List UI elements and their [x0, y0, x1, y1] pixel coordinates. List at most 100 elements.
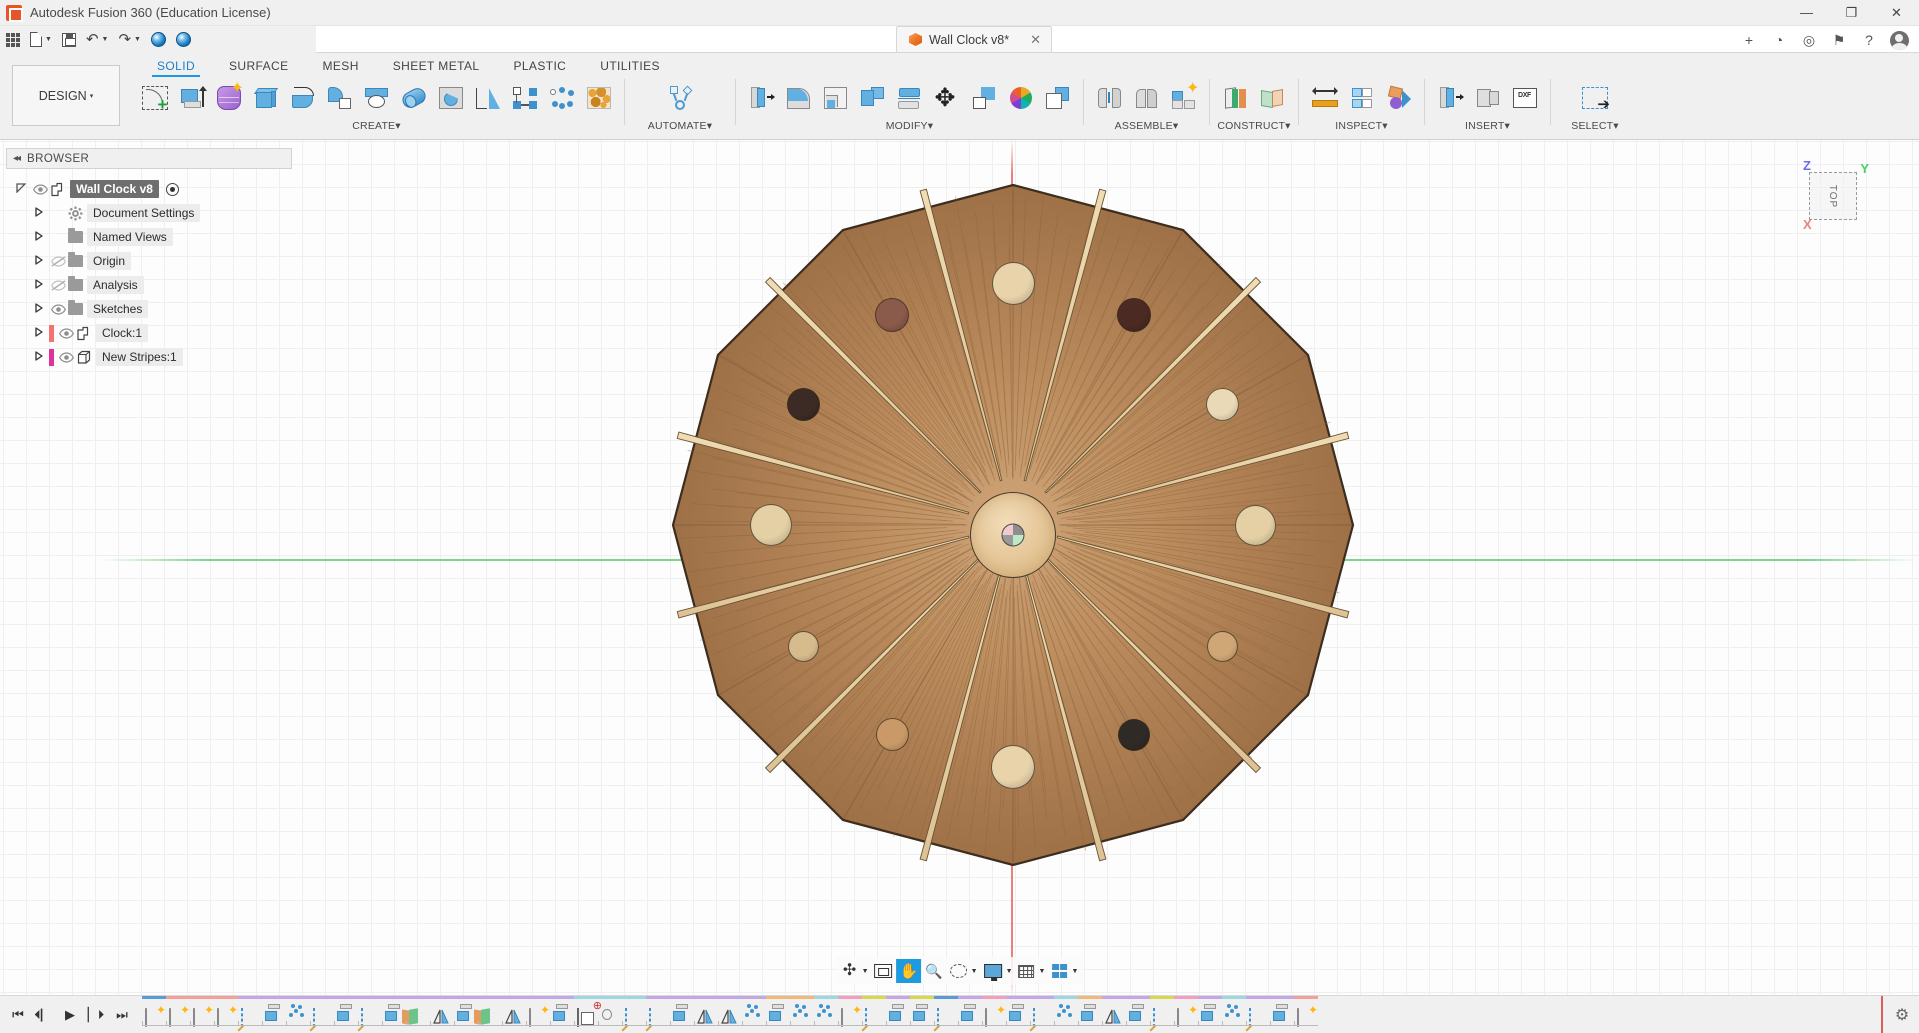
chevron-down-icon[interactable]: ▼ [862, 968, 871, 975]
timeline-feature[interactable] [1246, 996, 1270, 1033]
hour-marker[interactable] [992, 262, 1035, 305]
redo-button[interactable]: ↷ ▼ [114, 28, 145, 52]
timeline-feature[interactable]: ✦ [526, 996, 550, 1033]
eye-hidden-icon[interactable] [48, 280, 68, 291]
timeline-feature[interactable] [286, 996, 310, 1033]
pan-button[interactable]: ✋ [897, 959, 922, 983]
timeline-feature[interactable] [550, 996, 574, 1033]
twisty-closed-icon[interactable] [30, 255, 48, 267]
view-cube-top-face[interactable]: TOP [1809, 172, 1857, 220]
maximize-button[interactable]: ❐ [1829, 0, 1874, 26]
look-at-button[interactable] [872, 959, 896, 983]
timeline-feature[interactable] [1006, 996, 1030, 1033]
box-button[interactable] [247, 77, 284, 119]
chevron-down-icon[interactable]: ▼ [1039, 968, 1048, 975]
browser-header[interactable]: ◂◂ BROWSER [6, 148, 292, 169]
physical-material-button[interactable] [1039, 77, 1076, 119]
hour-marker[interactable] [1207, 631, 1238, 662]
extensions-icon[interactable]: ◎ [1797, 29, 1821, 51]
undo-button[interactable]: ↶ ▼ [82, 28, 113, 52]
minimize-button[interactable]: — [1784, 0, 1829, 26]
save-button[interactable] [58, 28, 80, 52]
timeline-feature[interactable]: ✦ [1174, 996, 1198, 1033]
hour-marker[interactable] [787, 388, 820, 421]
timeline-feature[interactable] [1222, 996, 1246, 1033]
timeline-feature[interactable] [1078, 996, 1102, 1033]
document-tab[interactable]: Wall Clock v8* ✕ [896, 26, 1052, 52]
timeline-feature[interactable]: ✦ [982, 996, 1006, 1033]
timeline-feature[interactable]: ✦ [166, 996, 190, 1033]
create-mesh-button[interactable] [580, 77, 617, 119]
timeline-go-start-button[interactable]: ⏮ [6, 1002, 30, 1028]
revert-button[interactable] [147, 28, 170, 52]
timeline-feature[interactable] [910, 996, 934, 1033]
orbit-button[interactable]: ✣ [839, 959, 861, 983]
timeline-step-forward-button[interactable]: ▏⏵ [84, 1002, 108, 1028]
create-sketch-button[interactable]: + [136, 77, 173, 119]
timeline-feature[interactable] [1150, 996, 1174, 1033]
timeline-feature[interactable] [694, 996, 718, 1033]
account-avatar[interactable] [1887, 29, 1911, 51]
timeline-feature[interactable] [334, 996, 358, 1033]
refresh-button[interactable] [172, 28, 195, 52]
chevron-down-icon[interactable]: ▼ [1071, 968, 1080, 975]
browser-item-origin[interactable]: Origin [6, 249, 296, 273]
timeline-feature[interactable] [766, 996, 790, 1033]
twisty-closed-icon[interactable] [30, 207, 48, 219]
wall-clock-model[interactable] [633, 175, 1393, 895]
timeline-feature[interactable] [358, 996, 382, 1033]
timeline-feature[interactable]: ✦ [1294, 996, 1318, 1033]
shell-button[interactable] [817, 77, 854, 119]
twisty-closed-icon[interactable] [30, 327, 48, 339]
timeline-feature[interactable]: ✦ [190, 996, 214, 1033]
timeline-feature[interactable]: ✦ [838, 996, 862, 1033]
timeline-feature[interactable] [622, 996, 646, 1033]
panel-inspect-label[interactable]: INSPECT▾ [1302, 120, 1421, 132]
hour-marker[interactable] [991, 745, 1035, 789]
press-pull-button[interactable] [743, 77, 780, 119]
timeline-feature[interactable] [646, 996, 670, 1033]
new-file-button[interactable]: ▼ [26, 28, 56, 52]
align-button[interactable] [965, 77, 1002, 119]
hour-marker[interactable] [750, 504, 792, 546]
chevron-down-icon[interactable]: ▼ [971, 968, 980, 975]
timeline-feature[interactable] [1126, 996, 1150, 1033]
twisty-closed-icon[interactable] [30, 279, 48, 291]
panel-modify-label[interactable]: MODIFY▾ [739, 120, 1080, 132]
timeline-feature[interactable] [1102, 996, 1126, 1033]
revolve-button[interactable]: ✦ [210, 77, 247, 119]
collapse-icon[interactable]: ◂◂ [13, 153, 19, 164]
timeline-feature[interactable] [790, 996, 814, 1033]
view-cube[interactable]: Z Y X TOP [1795, 158, 1871, 234]
section-analysis-button[interactable] [1343, 77, 1380, 119]
sweep-button[interactable] [284, 77, 321, 119]
activate-component-radio[interactable] [166, 183, 179, 196]
timeline-feature[interactable] [814, 996, 838, 1033]
tab-plastic[interactable]: PLASTIC [496, 56, 583, 73]
chevron-down-icon[interactable]: ▼ [1006, 968, 1015, 975]
cylinder-button[interactable] [395, 77, 432, 119]
timeline-feature[interactable] [310, 996, 334, 1033]
appearance-button[interactable] [1002, 77, 1039, 119]
panel-assemble-label[interactable]: ASSEMBLE▾ [1087, 120, 1206, 132]
hour-marker[interactable] [788, 631, 819, 662]
timeline-feature[interactable]: ✦ [214, 996, 238, 1033]
timeline-step-back-button[interactable]: ⏴▏ [32, 1002, 56, 1028]
eye-visible-icon[interactable] [48, 304, 68, 315]
zoom-window-button[interactable] [947, 959, 970, 983]
tab-solid[interactable]: SOLID [140, 56, 212, 73]
timeline-feature[interactable] [862, 996, 886, 1033]
timeline-feature[interactable] [1030, 996, 1054, 1033]
browser-item-document-settings[interactable]: Document Settings [6, 201, 296, 225]
timeline-feature[interactable] [478, 996, 502, 1033]
grid-snaps-button[interactable] [1016, 959, 1038, 983]
timeline-feature[interactable] [502, 996, 526, 1033]
automate-button[interactable] [632, 77, 728, 119]
browser-item-sketches[interactable]: Sketches [6, 297, 296, 321]
browser-item-new-stripes-1[interactable]: New Stripes:1 [6, 345, 296, 369]
timeline-feature[interactable] [262, 996, 286, 1033]
draft-button[interactable] [469, 77, 506, 119]
panel-insert-label[interactable]: INSERT▾ [1428, 120, 1547, 132]
tab-surface[interactable]: SURFACE [212, 56, 305, 73]
eye-visible-icon[interactable] [56, 328, 76, 339]
